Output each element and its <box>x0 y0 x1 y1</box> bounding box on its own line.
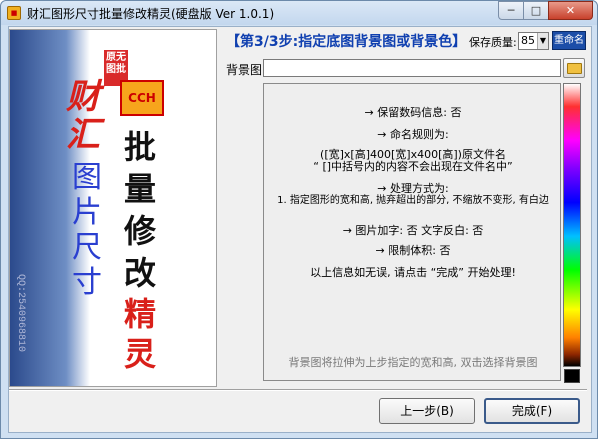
logo-cch: CCH <box>120 80 164 116</box>
color-swatch-selected[interactable] <box>564 369 580 383</box>
rename-button[interactable]: 重命名 <box>552 31 586 50</box>
quality-label: 保存质量: <box>469 36 517 49</box>
browse-button[interactable] <box>563 58 585 78</box>
footer-divider <box>9 389 587 391</box>
vertical-red-text: 精灵 <box>123 295 156 373</box>
quality-select[interactable]: 85 ▼ <box>518 32 549 50</box>
info-line: → 图片加字: 否 文字反白: 否 <box>342 224 484 237</box>
info-line: “ []中括号内的内容不会出现在文件名中” <box>313 160 513 173</box>
app-window: ■ 财汇图形尺寸批量修改精灵(硬盘版 Ver 1.0.1) ─ □ ✕ 原无图批… <box>0 0 598 439</box>
title-bar[interactable]: ■ 财汇图形尺寸批量修改精灵(硬盘版 Ver 1.0.1) ─ □ ✕ <box>1 1 597 25</box>
info-line: 1. 指定图形的宽和高, 抛弃超出的部分, 不缩放不变形, 有白边 <box>277 195 549 206</box>
chevron-down-icon[interactable]: ▼ <box>537 33 548 49</box>
maximize-button[interactable]: □ <box>523 1 549 20</box>
info-line: → 命名规则为: <box>377 128 449 141</box>
folder-open-icon <box>567 63 582 74</box>
step-title: 【第3/3步:指定底图背景图或背景色】 <box>226 34 467 50</box>
info-line: 以上信息如无误, 请点击 “完成” 开始处理! <box>310 266 516 279</box>
info-line: → 限制体积: 否 <box>375 244 451 257</box>
info-hint: 背景图将拉伸为上步指定的宽和高, 双击选择背景图 <box>288 356 538 369</box>
brand-text: 财汇 <box>66 77 100 155</box>
finish-button[interactable]: 完成(F) <box>484 398 580 424</box>
color-palette[interactable] <box>563 83 581 367</box>
vertical-dark-text: 批量修改 <box>123 128 156 292</box>
info-line: → 保留数码信息: 否 <box>364 106 462 119</box>
vertical-blue-text: 图片尺寸 <box>72 160 102 300</box>
banner-image: 原无图批 CCH 财汇 图片尺寸 批量修改 精灵 QQ:2540968810 <box>9 29 217 387</box>
minimize-button[interactable]: ─ <box>498 1 524 20</box>
app-icon: ■ <box>7 6 21 20</box>
background-image-label: 背景图: <box>226 63 267 77</box>
quality-value: 85 <box>521 34 535 47</box>
window-title: 财汇图形尺寸批量修改精灵(硬盘版 Ver 1.0.1) <box>27 7 275 21</box>
preview-info-panel[interactable]: → 保留数码信息: 否 → 命名规则为: ([宽]x[高]400[宽]x400[… <box>263 83 561 381</box>
close-button[interactable]: ✕ <box>548 1 593 20</box>
qq-contact: QQ:2540968810 <box>15 274 26 353</box>
background-image-input[interactable] <box>263 59 561 77</box>
prev-step-button[interactable]: 上一步(B) <box>379 398 475 424</box>
